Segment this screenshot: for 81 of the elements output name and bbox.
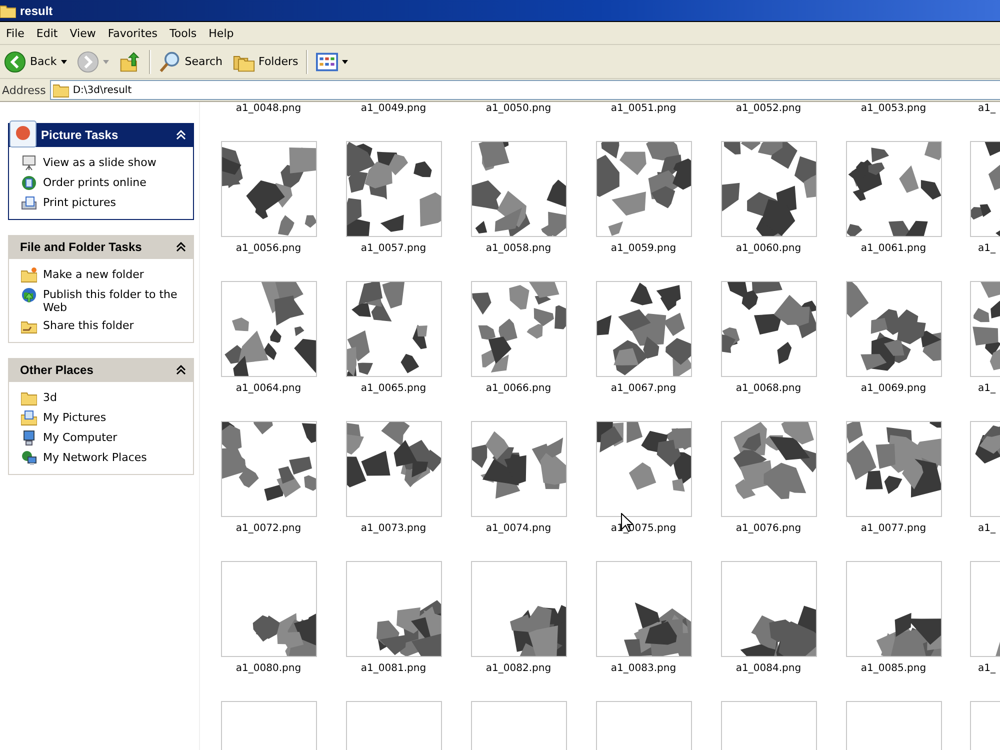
file-name[interactable]: a1_0051.png xyxy=(610,102,676,116)
file-name[interactable]: a1_0068.png xyxy=(736,382,802,396)
folders-button[interactable]: Folders xyxy=(228,48,302,74)
panel-title: File and Folder Tasks xyxy=(20,240,143,254)
folder-icon xyxy=(0,4,16,18)
file-name[interactable]: a1_0048.png xyxy=(236,102,302,116)
file-name[interactable]: a1_0052.png xyxy=(736,102,802,116)
task-link[interactable]: View as a slide show xyxy=(43,155,156,169)
file-name[interactable]: a1_0069.png xyxy=(860,382,926,396)
folder-icon xyxy=(21,390,37,406)
file-name[interactable]: a1_ xyxy=(978,102,996,116)
file-name[interactable]: a1_0082.png xyxy=(486,662,552,676)
network-icon xyxy=(21,450,37,466)
views-icon xyxy=(316,50,338,72)
printer-icon xyxy=(21,195,37,211)
task-link[interactable]: Publish this folder to the Web xyxy=(43,287,187,314)
file-name[interactable]: a1_0057.png xyxy=(360,242,426,256)
panel-title: Picture Tasks xyxy=(41,128,120,142)
menu-item[interactable]: Help xyxy=(202,26,240,40)
file-name[interactable]: a1_0060.png xyxy=(736,242,802,256)
collapse-icon[interactable] xyxy=(176,365,186,375)
address-field[interactable]: D:\3d\result xyxy=(50,80,1000,100)
search-button[interactable]: Search xyxy=(154,48,227,74)
task-link[interactable]: Make a new folder xyxy=(43,267,144,281)
task-link[interactable]: Print pictures xyxy=(43,195,116,209)
search-icon xyxy=(158,50,181,72)
task-link[interactable]: Order prints online xyxy=(43,175,146,189)
file-name[interactable]: a1_ xyxy=(978,242,996,256)
globe-icon xyxy=(21,287,37,303)
file-name[interactable]: a1_0084.png xyxy=(736,662,802,676)
task-link[interactable]: Share this folder xyxy=(43,318,134,332)
picture-frame-icon xyxy=(8,119,38,149)
task-link[interactable]: My Computer xyxy=(43,430,118,444)
task-link[interactable]: My Network Places xyxy=(43,450,147,464)
file-name[interactable]: a1_0081.png xyxy=(360,662,426,676)
panel-title: Other Places xyxy=(20,363,94,377)
task-link[interactable]: My Pictures xyxy=(43,410,106,424)
file-name[interactable]: a1_ xyxy=(978,382,996,396)
folder-icon xyxy=(52,82,69,98)
file-name[interactable]: a1_0073.png xyxy=(360,522,426,536)
panel-header[interactable]: Other Places xyxy=(8,358,194,382)
back-button[interactable]: Back xyxy=(0,48,71,74)
file-name[interactable]: a1_0053.png xyxy=(860,102,926,116)
menu-item[interactable]: Edit xyxy=(30,26,64,40)
caret-icon[interactable] xyxy=(60,60,67,64)
file-name[interactable]: a1_ xyxy=(978,662,996,676)
folder-up-icon xyxy=(118,50,141,72)
file-name[interactable]: a1_0064.png xyxy=(236,382,302,396)
caret-icon xyxy=(342,60,348,64)
menu-item[interactable]: Tools xyxy=(164,26,203,40)
file-name[interactable]: a1_0072.png xyxy=(236,522,302,536)
file-name[interactable]: a1_0083.png xyxy=(610,662,676,676)
file-name[interactable]: a1_0056.png xyxy=(236,242,302,256)
picture-folder-icon xyxy=(21,410,37,426)
globe-icon xyxy=(21,175,37,191)
computer-icon xyxy=(21,430,37,446)
projector-screen-icon xyxy=(21,155,37,171)
file-name[interactable]: a1_0061.png xyxy=(860,242,926,256)
file-name[interactable]: a1_0065.png xyxy=(360,382,426,396)
file-name[interactable]: a1_0066.png xyxy=(486,382,552,396)
address-label: Address xyxy=(2,84,46,96)
panel-header[interactable]: File and Folder Tasks xyxy=(8,235,194,259)
file-name[interactable]: a1_0050.png xyxy=(486,102,552,116)
file-name[interactable]: a1_0067.png xyxy=(610,382,676,396)
file-name[interactable]: a1_0076.png xyxy=(736,522,802,536)
window-title: result xyxy=(20,4,53,18)
folder-icon xyxy=(21,267,37,283)
file-name[interactable]: a1_0085.png xyxy=(860,662,926,676)
file-name[interactable]: a1_0049.png xyxy=(360,102,426,116)
menu-item[interactable]: View xyxy=(64,26,102,40)
panel-header[interactable]: Picture Tasks xyxy=(8,123,194,147)
menu-item[interactable]: Favorites xyxy=(102,26,164,40)
file-name[interactable]: a1_0058.png xyxy=(486,242,552,256)
file-name[interactable]: a1_ xyxy=(978,522,996,536)
file-name[interactable]: a1_0059.png xyxy=(610,242,676,256)
file-name[interactable]: a1_0074.png xyxy=(486,522,552,536)
task-link[interactable]: 3d xyxy=(43,390,57,404)
menu-item[interactable]: File xyxy=(0,26,30,40)
file-name[interactable]: a1_0080.png xyxy=(236,662,302,676)
collapse-icon[interactable] xyxy=(176,242,186,252)
file-name[interactable]: a1_0077.png xyxy=(860,522,926,536)
